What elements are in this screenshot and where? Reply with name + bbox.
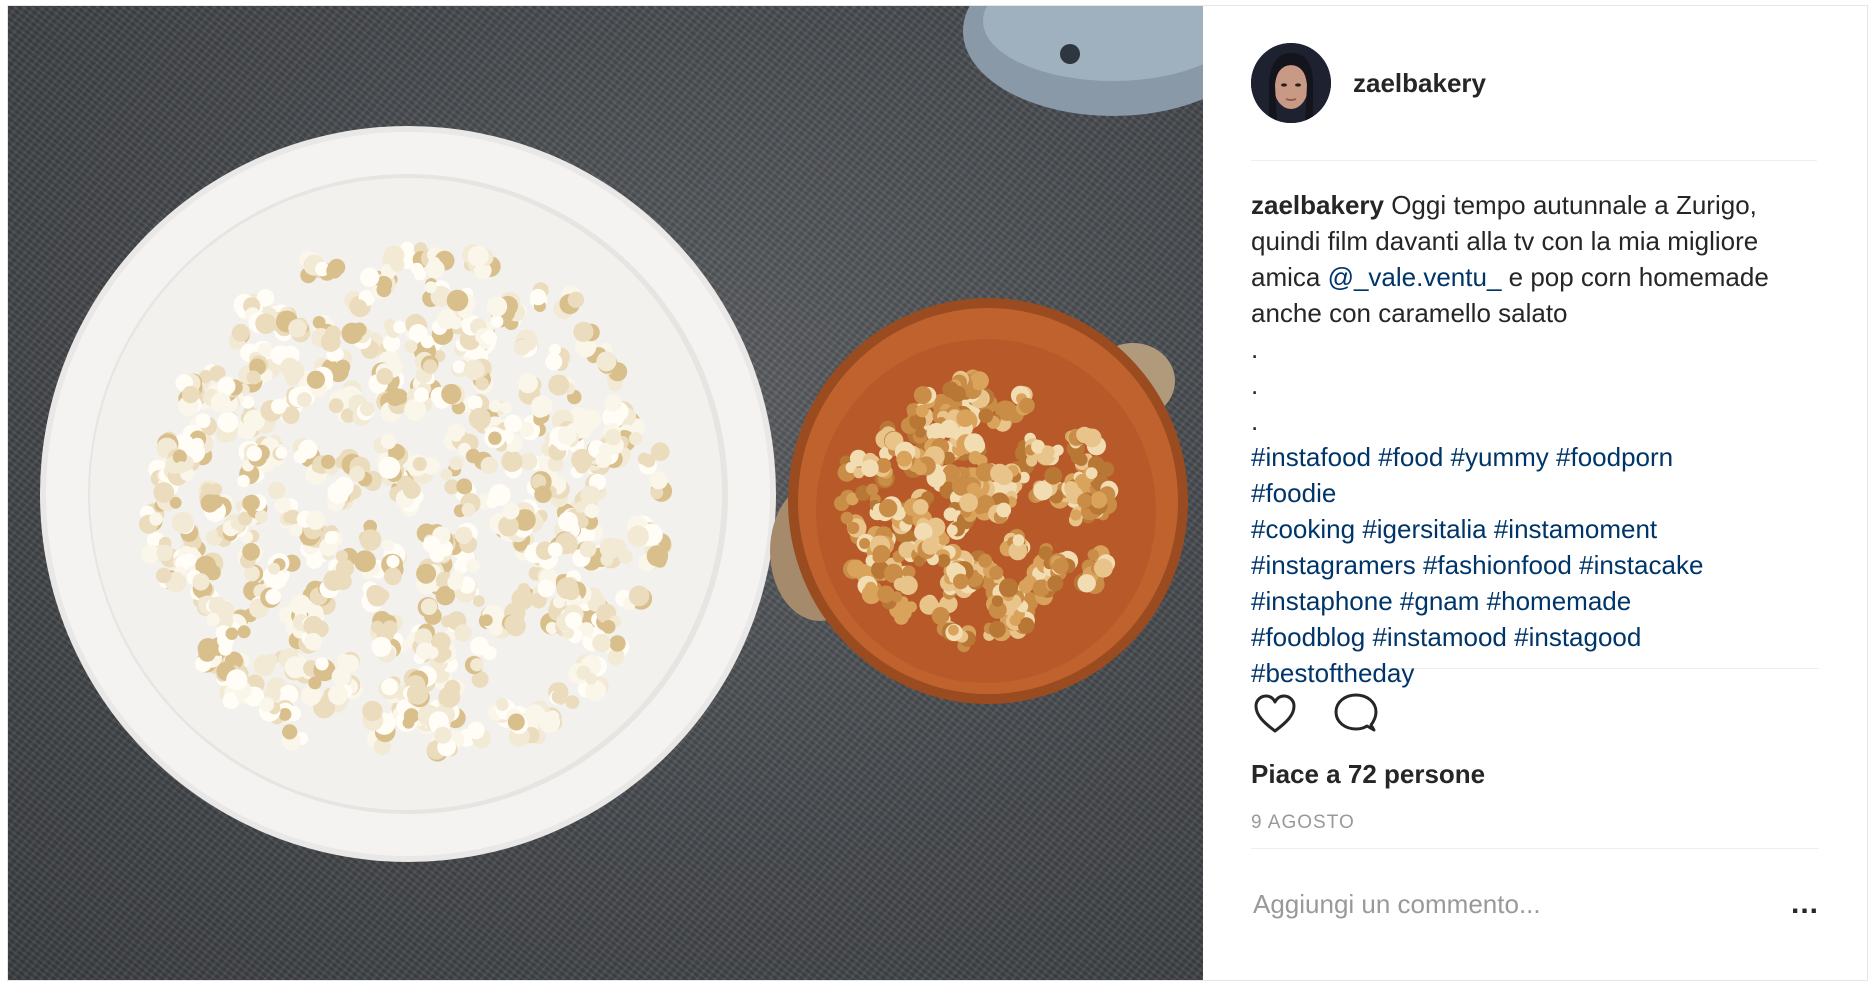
likes-count[interactable]: Piace a 72 persone	[1251, 759, 1819, 790]
post-sidebar: zaelbakery zaelbakery Oggi tempo autunna…	[1203, 6, 1867, 980]
hashtag-line: #instaphone #gnam #homemade	[1251, 583, 1819, 619]
hashtag-link[interactable]: #fashionfood	[1423, 550, 1572, 580]
hashtag-line: #cooking #igersitalia #instamoment	[1251, 511, 1819, 547]
hashtag-link[interactable]: #yummy	[1451, 442, 1549, 472]
post-header: zaelbakery	[1251, 6, 1817, 161]
hashtag-link[interactable]: #bestoftheday	[1251, 658, 1414, 688]
hashtag-line: #instagramers #fashionfood #instacake	[1251, 547, 1819, 583]
comment-input[interactable]	[1251, 888, 1791, 920]
hashtag-link[interactable]: #foodporn	[1556, 442, 1673, 472]
hashtag-link[interactable]: #igersitalia	[1362, 514, 1486, 544]
hashtag-link[interactable]: #instagramers	[1251, 550, 1416, 580]
caption-dot: .	[1251, 334, 1259, 364]
comment-icon[interactable]	[1331, 690, 1379, 738]
hashtag-link[interactable]: #food	[1378, 442, 1443, 472]
hashtag-link[interactable]: #instaphone	[1251, 586, 1393, 616]
profile-photo-icon	[1251, 43, 1331, 123]
hashtag-line: #foodie	[1251, 475, 1819, 511]
hashtag-link[interactable]: #instafood	[1251, 442, 1371, 472]
hashtag-link[interactable]: #foodblog	[1251, 622, 1365, 652]
hashtag-link[interactable]: #instagood	[1514, 622, 1641, 652]
post-photo[interactable]	[8, 6, 1203, 980]
instagram-post: zaelbakery zaelbakery Oggi tempo autunna…	[7, 5, 1868, 981]
caption-username[interactable]: zaelbakery	[1251, 190, 1384, 220]
hashtag-link[interactable]: #homemade	[1487, 586, 1632, 616]
hashtag-link[interactable]: #gnam	[1400, 586, 1480, 616]
hashtag-list: #instafood #food #yummy #foodporn #foodie…	[1251, 439, 1819, 691]
post-date[interactable]: 9 AGOSTO	[1251, 812, 1819, 849]
hashtag-link[interactable]: #instamood	[1372, 622, 1506, 652]
post-caption: zaelbakery Oggi tempo autunnale a Zurigo…	[1251, 161, 1819, 688]
hashtag-link[interactable]: #instacake	[1579, 550, 1703, 580]
caption-dot: .	[1251, 406, 1259, 436]
hashtag-link[interactable]: #instamoment	[1494, 514, 1657, 544]
avatar[interactable]	[1251, 43, 1331, 123]
caption-dot: .	[1251, 370, 1259, 400]
hashtag-line: #instafood #food #yummy #foodporn	[1251, 439, 1819, 475]
hashtag-line: #foodblog #instamood #instagood	[1251, 619, 1819, 655]
mention-link[interactable]: @_vale.ventu_	[1328, 262, 1502, 292]
more-options-button[interactable]: ...	[1791, 887, 1819, 921]
heart-icon[interactable]	[1251, 690, 1299, 738]
comment-row: ...	[1251, 849, 1819, 959]
hashtag-link[interactable]: #foodie	[1251, 478, 1336, 508]
popcorn-bowls-image	[40, 6, 1203, 862]
post-username[interactable]: zaelbakery	[1353, 68, 1486, 99]
hashtag-link[interactable]: #cooking	[1251, 514, 1355, 544]
